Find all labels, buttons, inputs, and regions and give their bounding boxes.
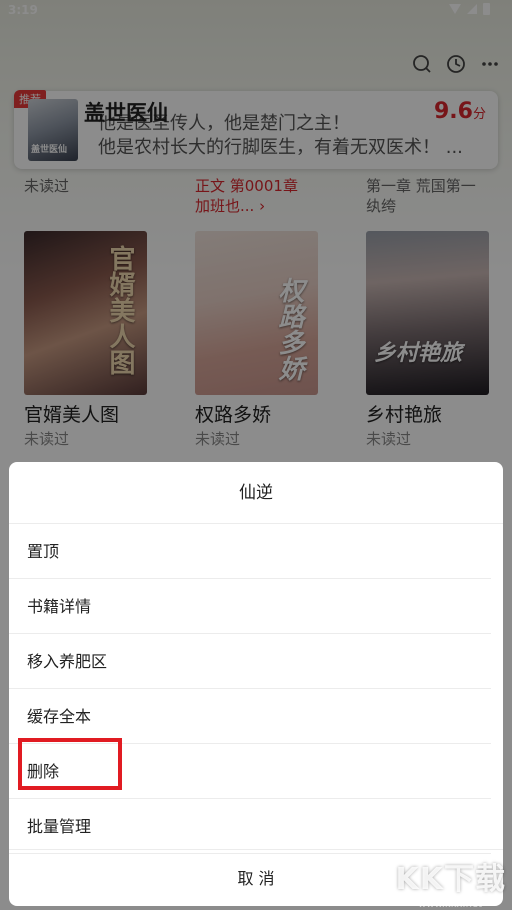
sheet-title: 仙逆 xyxy=(9,462,503,524)
watermark-url: www.kkx.net xyxy=(418,899,482,910)
book-details-option[interactable]: 书籍详情 xyxy=(9,579,491,634)
move-to-fattening-option[interactable]: 移入养肥区 xyxy=(9,634,491,689)
delete-highlight-annotation xyxy=(18,738,122,790)
action-sheet: 仙逆 置顶 书籍详情 移入养肥区 缓存全本 删除 批量管理 取 消 xyxy=(9,462,503,906)
pin-top-option[interactable]: 置顶 xyxy=(9,524,491,579)
watermark-logo: KK下载 xyxy=(395,862,506,897)
batch-manage-option[interactable]: 批量管理 xyxy=(9,799,491,854)
cache-full-option[interactable]: 缓存全本 xyxy=(9,689,491,744)
